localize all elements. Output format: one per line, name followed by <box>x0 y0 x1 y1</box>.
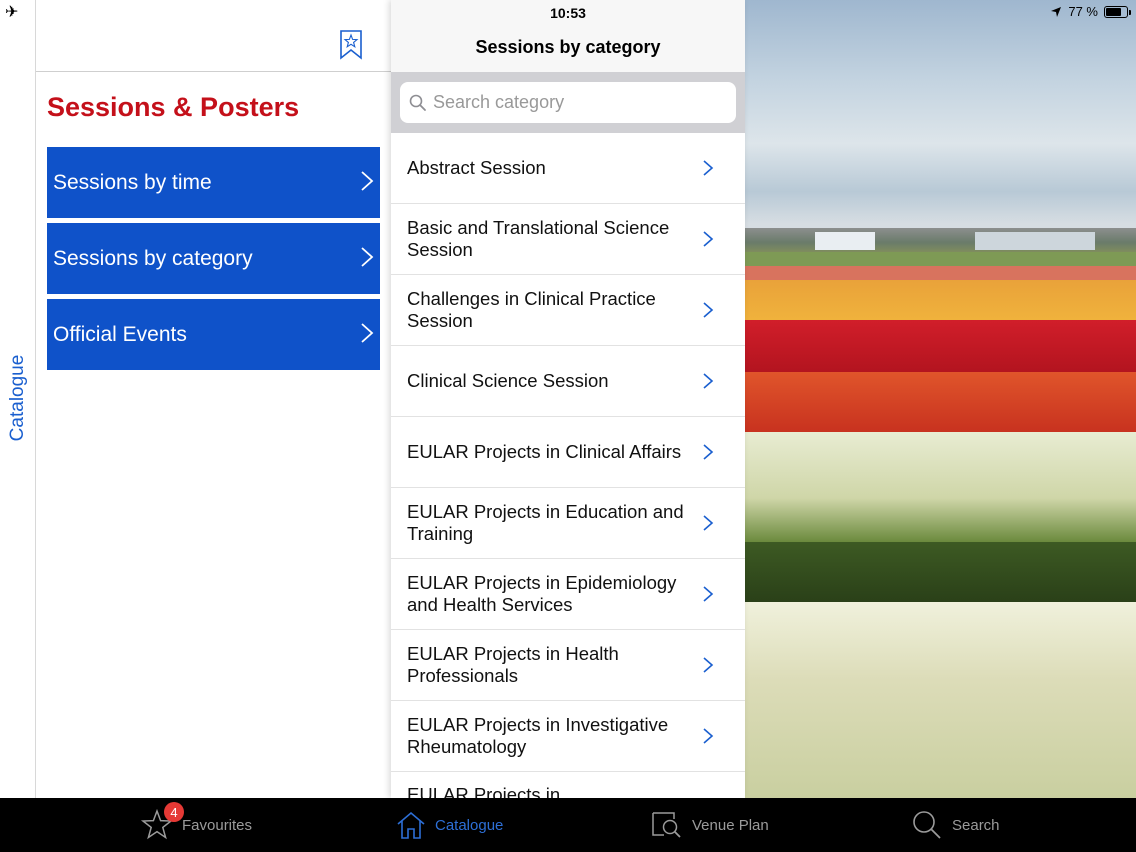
background-photo <box>745 0 1136 798</box>
photo-field-pink <box>745 266 1136 280</box>
list-item[interactable]: EULAR Projects in Investigative Rheumato… <box>391 701 745 772</box>
list-item[interactable]: Clinical Science Session <box>391 346 745 417</box>
search-input[interactable] <box>433 92 713 113</box>
menu-item-sessions-by-category[interactable]: Sessions by category <box>47 223 380 294</box>
list-item-label: EULAR Projects in Epidemiology and Healt… <box>407 572 677 615</box>
search-icon <box>409 94 426 111</box>
menu-item-sessions-by-time[interactable]: Sessions by time <box>47 147 380 218</box>
side-rail: ✈ Catalogue <box>0 0 36 798</box>
menu-item-label: Sessions by time <box>53 170 212 194</box>
page-title: Sessions & Posters <box>47 92 300 122</box>
chevron-right-icon <box>703 586 714 602</box>
photo-field-orange <box>745 372 1136 432</box>
list-item-label: EULAR Projects in Clinical Affairs <box>407 441 682 462</box>
search-bar <box>391 72 745 133</box>
list-item[interactable]: EULAR Projects in Health Professionals <box>391 630 745 701</box>
search-icon <box>913 811 941 839</box>
menu-item-official-events[interactable]: Official Events <box>47 299 380 370</box>
photo-field-yellow <box>745 280 1136 320</box>
tab-search[interactable]: Search <box>910 798 1000 852</box>
list-item-label: EULAR Projects in Education and Training <box>407 501 684 544</box>
photo-field-red <box>745 320 1136 372</box>
tab-venue-plan[interactable]: Venue Plan <box>650 798 769 852</box>
rail-catalogue-label[interactable]: Catalogue <box>7 355 29 442</box>
tab-label: Search <box>952 816 1000 834</box>
battery-percent: 77 % <box>1068 4 1098 19</box>
list-item[interactable]: EULAR Projects in Epidemiology and Healt… <box>391 559 745 630</box>
category-panel: 10:53 Sessions by category Abstract Sess… <box>391 0 745 843</box>
chevron-right-icon <box>361 323 374 343</box>
home-icon <box>397 811 425 839</box>
menu-item-label: Sessions by category <box>53 246 253 270</box>
chevron-right-icon <box>703 657 714 673</box>
category-list: Abstract Session Basic and Translational… <box>391 133 745 843</box>
chevron-right-icon <box>361 171 374 191</box>
menu-item-label: Official Events <box>53 322 187 346</box>
favourites-badge: 4 <box>164 802 184 822</box>
status-time: 10:53 <box>550 5 586 21</box>
tab-favourites[interactable]: Favourites <box>140 798 252 852</box>
tab-bar: Favourites 4 Catalogue Venue Plan Search <box>0 798 1136 852</box>
list-item[interactable]: Abstract Session <box>391 133 745 204</box>
chevron-right-icon <box>703 373 714 389</box>
photo-field-white-front <box>745 602 1136 798</box>
tab-label: Favourites <box>182 816 253 834</box>
list-item[interactable]: EULAR Projects in Education and Training <box>391 488 745 559</box>
list-item-label: Basic and Translational Science Session <box>407 217 670 260</box>
list-item-label: EULAR Projects in Investigative Rheumato… <box>407 714 669 757</box>
chevron-right-icon <box>703 302 714 318</box>
chevron-right-icon <box>361 247 374 267</box>
left-panel: Sessions & Posters Sessions by time Sess… <box>36 0 391 798</box>
menu-list: Sessions by time Sessions by category Of… <box>47 147 380 370</box>
map-search-icon <box>652 812 681 838</box>
photo-field-white <box>745 432 1136 542</box>
photo-building <box>975 232 1095 250</box>
list-item-label: Challenges in Clinical Practice Session <box>407 288 656 331</box>
list-item-label: EULAR Projects in Health Professionals <box>407 643 619 686</box>
list-item[interactable]: Basic and Translational Science Session <box>391 204 745 275</box>
chevron-right-icon <box>703 160 714 176</box>
list-item[interactable]: EULAR Projects in Clinical Affairs <box>391 417 745 488</box>
tab-label: Catalogue <box>435 816 504 834</box>
battery-icon <box>1104 5 1131 18</box>
list-item[interactable]: Challenges in Clinical Practice Session <box>391 275 745 346</box>
search-field[interactable] <box>400 82 736 123</box>
location-arrow-icon <box>1051 6 1062 17</box>
tab-catalogue[interactable]: Catalogue <box>395 798 503 852</box>
chevron-right-icon <box>703 515 714 531</box>
list-item-label: Abstract Session <box>407 157 546 178</box>
left-header <box>36 0 391 72</box>
chevron-right-icon <box>703 728 714 744</box>
tab-label: Venue Plan <box>692 816 769 834</box>
chevron-right-icon <box>703 231 714 247</box>
chevron-right-icon <box>703 444 714 460</box>
airplane-mode-icon: ✈ <box>5 4 19 21</box>
photo-field-grass <box>745 252 1136 266</box>
photo-field-dark <box>745 542 1136 602</box>
status-right: 77 % <box>1050 4 1131 19</box>
photo-building <box>815 232 875 250</box>
bookmark-star-icon[interactable] <box>339 30 363 60</box>
list-item-label: Clinical Science Session <box>407 370 609 391</box>
